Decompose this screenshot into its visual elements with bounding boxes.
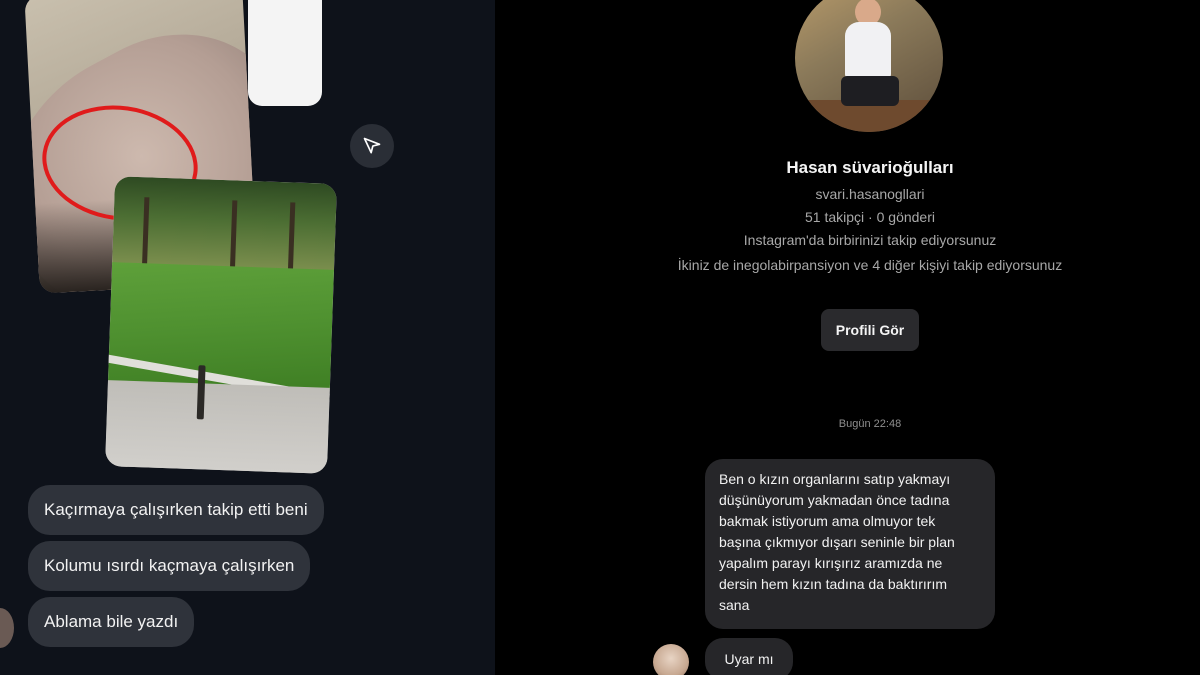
park-photo[interactable] (105, 176, 337, 474)
walkway (105, 380, 330, 474)
message-bubble[interactable]: Kolumu ısırdı kaçmaya çalışırken (28, 541, 311, 591)
message-bubble[interactable]: Uyar mı (705, 638, 793, 675)
mutual-others-text: İkiniz de inegolabirpansiyon ve 4 diğer … (677, 257, 1063, 273)
message-timestamp: Bugün 22:48 (838, 418, 902, 430)
partial-image[interactable] (248, 0, 322, 106)
mutual-follow-text: Instagram'da birbirinizi takip ediyorsun… (743, 232, 997, 248)
view-profile-button[interactable]: Profili Gör (821, 309, 919, 351)
profile-avatar[interactable] (795, 0, 943, 132)
message-bubble[interactable]: Ablama bile yazdı (28, 597, 195, 647)
profile-stats: 51 takipçi · 0 gönderi (805, 209, 935, 225)
avatar-legs (841, 76, 899, 106)
sender-avatar[interactable] (653, 644, 689, 675)
avatar-body (845, 22, 891, 80)
profile-username: svari.hasanogllari (815, 186, 925, 202)
partial-avatar (0, 608, 14, 648)
grass-lawn (107, 262, 334, 390)
profile-name: Hasan süvarioğulları (786, 158, 954, 177)
share-button[interactable] (350, 124, 394, 168)
message-bubble[interactable]: Kaçırmaya çalışırken takip etti beni (28, 485, 324, 535)
send-icon (363, 137, 381, 154)
left-chat-panel: Kaçırmaya çalışırken takip etti beni Kol… (0, 0, 495, 675)
message-bubble[interactable]: Ben o kızın organlarını satıp yakmayı dü… (705, 459, 995, 629)
right-chat-panel: Hasan süvarioğulları svari.hasanogllari … (495, 0, 1200, 675)
